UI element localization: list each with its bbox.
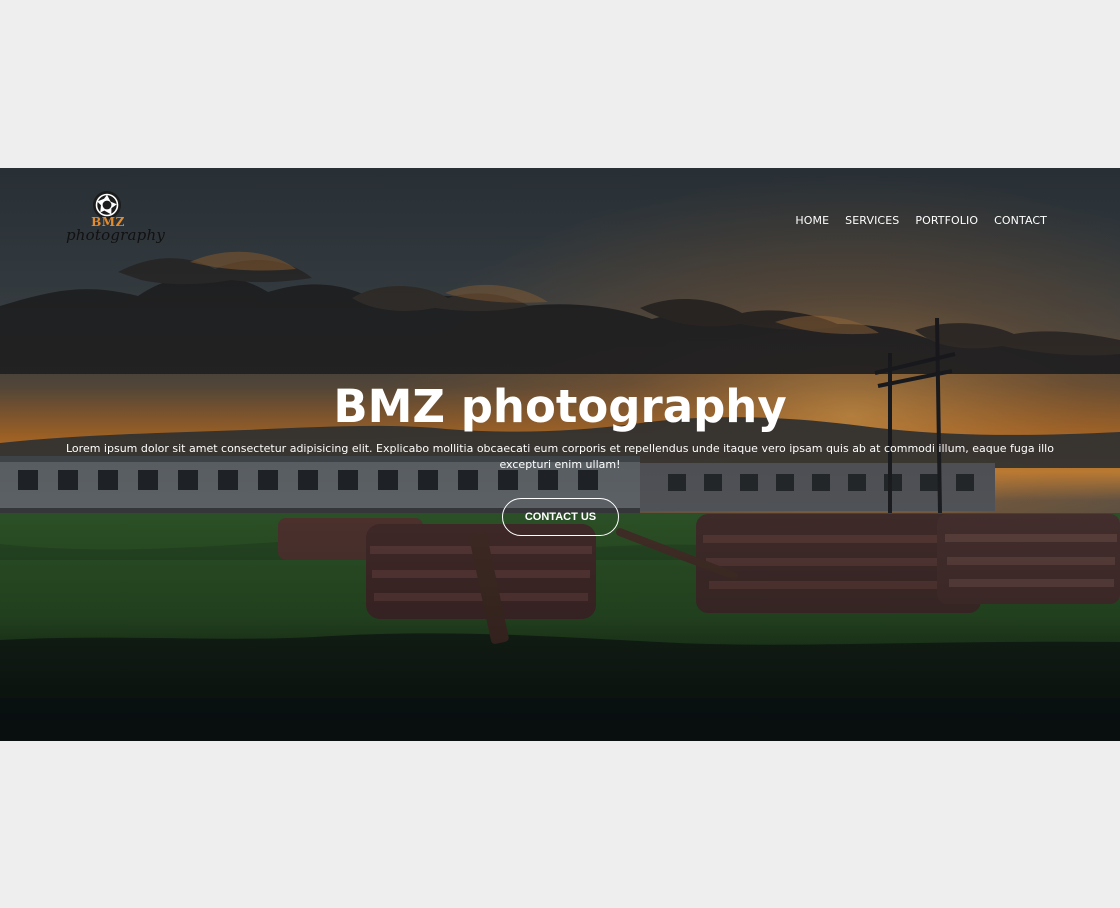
- nav-item-home[interactable]: HOME: [795, 214, 829, 228]
- contact-us-button[interactable]: CONTACT US: [502, 498, 619, 536]
- nav-item-services[interactable]: SERVICES: [845, 214, 899, 228]
- nav-item-portfolio[interactable]: PORTFOLIO: [915, 214, 978, 228]
- brand-logo[interactable]: BMZ photography: [66, 190, 166, 250]
- hero-title: BMZ photography: [333, 380, 787, 433]
- main-navigation: HOME SERVICES PORTFOLIO CONTACT: [795, 214, 1047, 228]
- brand-subtitle: photography: [66, 226, 166, 244]
- hero-description: Lorem ipsum dolor sit amet consectetur a…: [66, 442, 1054, 471]
- hero-section: BMZ photography HOME SERVICES PORTFOLIO …: [0, 168, 1120, 741]
- hero-bottom-shade: [0, 698, 1120, 741]
- nav-item-contact[interactable]: CONTACT: [994, 214, 1047, 228]
